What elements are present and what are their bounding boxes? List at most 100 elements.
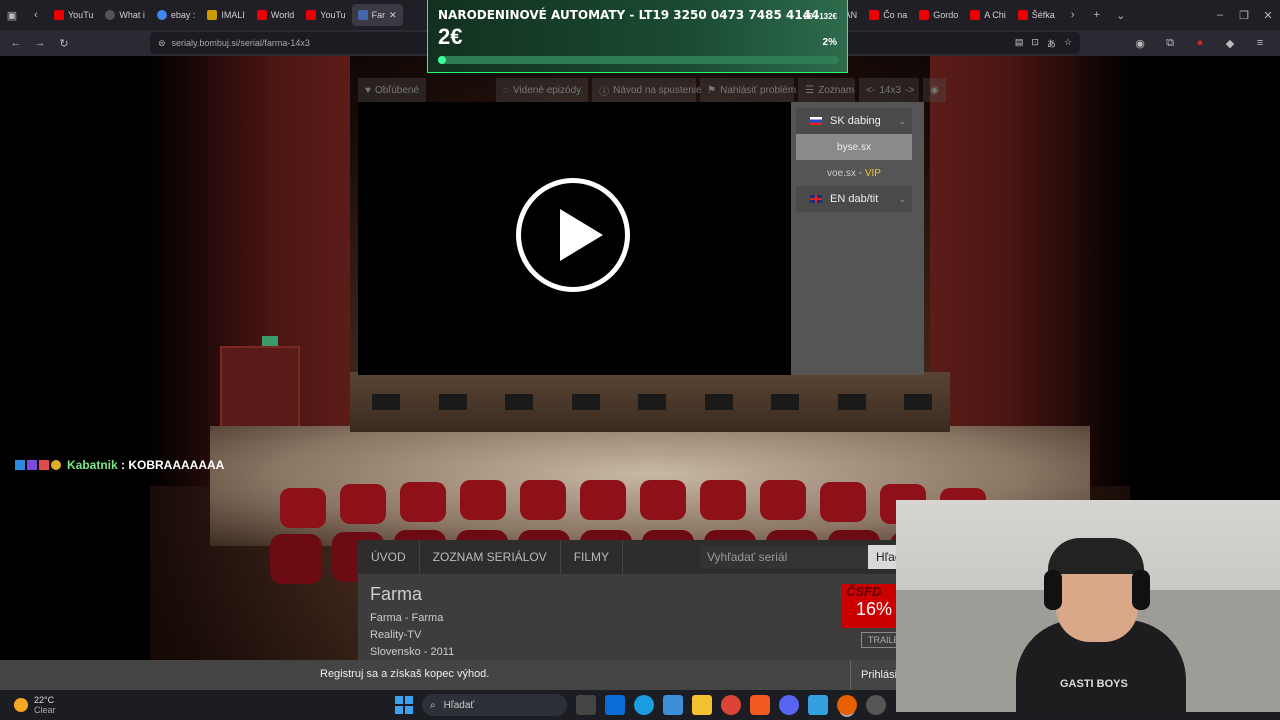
windows-start-icon[interactable]	[395, 696, 413, 714]
close-window-icon[interactable]: ✕	[1256, 4, 1280, 26]
episode-list-button[interactable]: ☰ Zoznam	[798, 78, 856, 102]
chat-text: : KOBRAAAAAAA	[117, 458, 225, 472]
browser-tab[interactable]: IMALI	[201, 4, 251, 26]
search-button[interactable]: Hľadať	[868, 545, 898, 569]
adblock-icon[interactable]: ●	[1188, 32, 1212, 54]
brave-icon[interactable]	[750, 695, 770, 715]
minimize-icon[interactable]: –	[1208, 4, 1232, 26]
google-icon	[156, 10, 167, 20]
source-byse[interactable]: byse.sx	[796, 134, 912, 160]
tab-list-icon[interactable]: ⌄	[1109, 4, 1133, 26]
login-button[interactable]: Prihlásiť	[850, 660, 901, 690]
play-button[interactable]	[516, 178, 630, 292]
tab-label: Far	[371, 10, 386, 20]
tab-scroll-left-icon[interactable]: ‹	[24, 4, 48, 26]
edge-icon[interactable]	[634, 695, 654, 715]
chevron-down-icon: ⌄	[898, 115, 906, 126]
extensions-icon[interactable]: ⧉	[1158, 32, 1182, 54]
weather-icon	[14, 698, 28, 712]
right-curtain	[930, 56, 1130, 486]
browser-tab[interactable]: YouTu	[300, 4, 351, 26]
series-search-input[interactable]: Vyhľadať seriál	[700, 545, 868, 569]
trailer-button[interactable]: TRAILER	[861, 632, 901, 648]
firefox-icon[interactable]	[837, 695, 857, 715]
browser-tab[interactable]: ebay :	[151, 4, 202, 26]
app-icon[interactable]	[866, 695, 886, 715]
hide-lights-button[interactable]: ◉	[923, 78, 946, 102]
task-view-icon[interactable]	[576, 695, 596, 715]
file-explorer-icon[interactable]	[692, 695, 712, 715]
sk-dubbing-label: SK dabing	[830, 115, 881, 127]
store-icon[interactable]	[605, 695, 625, 715]
translate-icon[interactable]: あ	[1047, 37, 1056, 50]
seen-episodes-button[interactable]: ◌ Videné epizódy	[496, 78, 589, 102]
nav-home[interactable]: ÚVOD	[358, 540, 420, 574]
tab-label: ebay :	[170, 10, 196, 20]
next-episode-button[interactable]: ->	[905, 85, 914, 96]
youtube-icon	[306, 10, 317, 20]
reload-icon[interactable]: ↻	[52, 32, 76, 54]
source-voe-label: voe.sx	[827, 167, 856, 179]
nav-movies[interactable]: FILMY	[561, 540, 624, 574]
restore-icon[interactable]: ❐	[1232, 4, 1256, 26]
browser-tab[interactable]: A Chi	[964, 4, 1012, 26]
menu-icon[interactable]: ≡	[1248, 32, 1272, 54]
exit-sign	[262, 336, 278, 346]
nav-series-list[interactable]: ZOZNAM SERIÁLOV	[420, 540, 561, 574]
browser-tab-active[interactable]: Far ✕	[351, 4, 403, 26]
previous-episode-button[interactable]: <-	[866, 85, 875, 96]
weather-widget[interactable]: 22°C Clear	[14, 695, 56, 715]
webcam-overlay: GASTI BOYS	[896, 500, 1280, 712]
account-icon[interactable]: ◉	[1128, 32, 1152, 54]
discord-icon[interactable]	[779, 695, 799, 715]
new-tab-icon[interactable]: +	[1085, 4, 1109, 26]
screenshot-icon[interactable]: ⊡	[1031, 37, 1039, 50]
close-tab-icon[interactable]: ✕	[389, 10, 397, 21]
play-icon	[560, 209, 603, 261]
badge-icon	[27, 460, 37, 470]
back-icon[interactable]: ←	[4, 32, 28, 54]
slovak-flag-icon	[810, 117, 822, 125]
tab-overview-icon[interactable]: ▣	[0, 4, 24, 26]
extension-icon[interactable]: ◆	[1218, 32, 1242, 54]
chrome-icon[interactable]	[721, 695, 741, 715]
tab-label: What i	[119, 10, 145, 20]
guide-label: Návod na spustenie	[613, 84, 702, 96]
info-icon: ⓘ	[599, 86, 610, 98]
show-genre: Reality-TV	[370, 629, 422, 641]
sk-dubbing-group[interactable]: SK dabing ⌄	[796, 108, 912, 134]
photos-icon[interactable]	[663, 695, 683, 715]
youtube-icon	[869, 10, 880, 20]
guide-button[interactable]: ⓘ Návod na spustenie	[592, 78, 702, 102]
browser-tab[interactable]: Šéfka	[1012, 4, 1061, 26]
forward-icon[interactable]: →	[28, 32, 52, 54]
nav-series-label: ZOZNAM SERIÁLOV	[432, 550, 547, 564]
browser-tab[interactable]: YouTu	[48, 4, 99, 26]
tab-scroll-right-icon[interactable]: ›	[1061, 4, 1085, 26]
notepad-icon[interactable]	[808, 695, 828, 715]
tab-label: YouTu	[68, 10, 94, 20]
en-dubbing-group[interactable]: EN dab/tit ⌄	[796, 186, 912, 212]
badge-icon	[15, 460, 25, 470]
source-voe-separator: -	[855, 167, 865, 179]
taskbar-apps	[576, 695, 886, 715]
reader-view-icon[interactable]: ▤	[1015, 37, 1024, 50]
taskbar-search[interactable]: ⌕ Hľadať	[422, 694, 567, 716]
nav-movies-label: FILMY	[573, 550, 610, 564]
report-problem-button[interactable]: ⚑ Nahlásiť problém	[700, 78, 796, 102]
browser-tab[interactable]: What i	[99, 4, 151, 26]
youtube-icon	[970, 10, 981, 20]
source-voe[interactable]: voe.sx - VIP	[796, 160, 912, 186]
rating-value: 16%	[856, 599, 893, 619]
site-info-icon[interactable]: ⊜	[158, 38, 166, 49]
browser-tab[interactable]: Gordo	[913, 4, 964, 26]
youtube-icon	[256, 10, 267, 20]
csfd-rating[interactable]: ČSFD 16%	[842, 584, 898, 628]
browser-tab[interactable]: Čo na	[863, 4, 913, 26]
browser-tab[interactable]: World	[251, 4, 300, 26]
favorites-button[interactable]: ♥ Obľúbené	[358, 78, 426, 102]
search-button-label: Hľadať	[876, 550, 898, 564]
tab-icon	[207, 10, 218, 20]
bookmark-star-icon[interactable]: ☆	[1064, 37, 1072, 50]
show-title: Farma	[370, 584, 423, 604]
